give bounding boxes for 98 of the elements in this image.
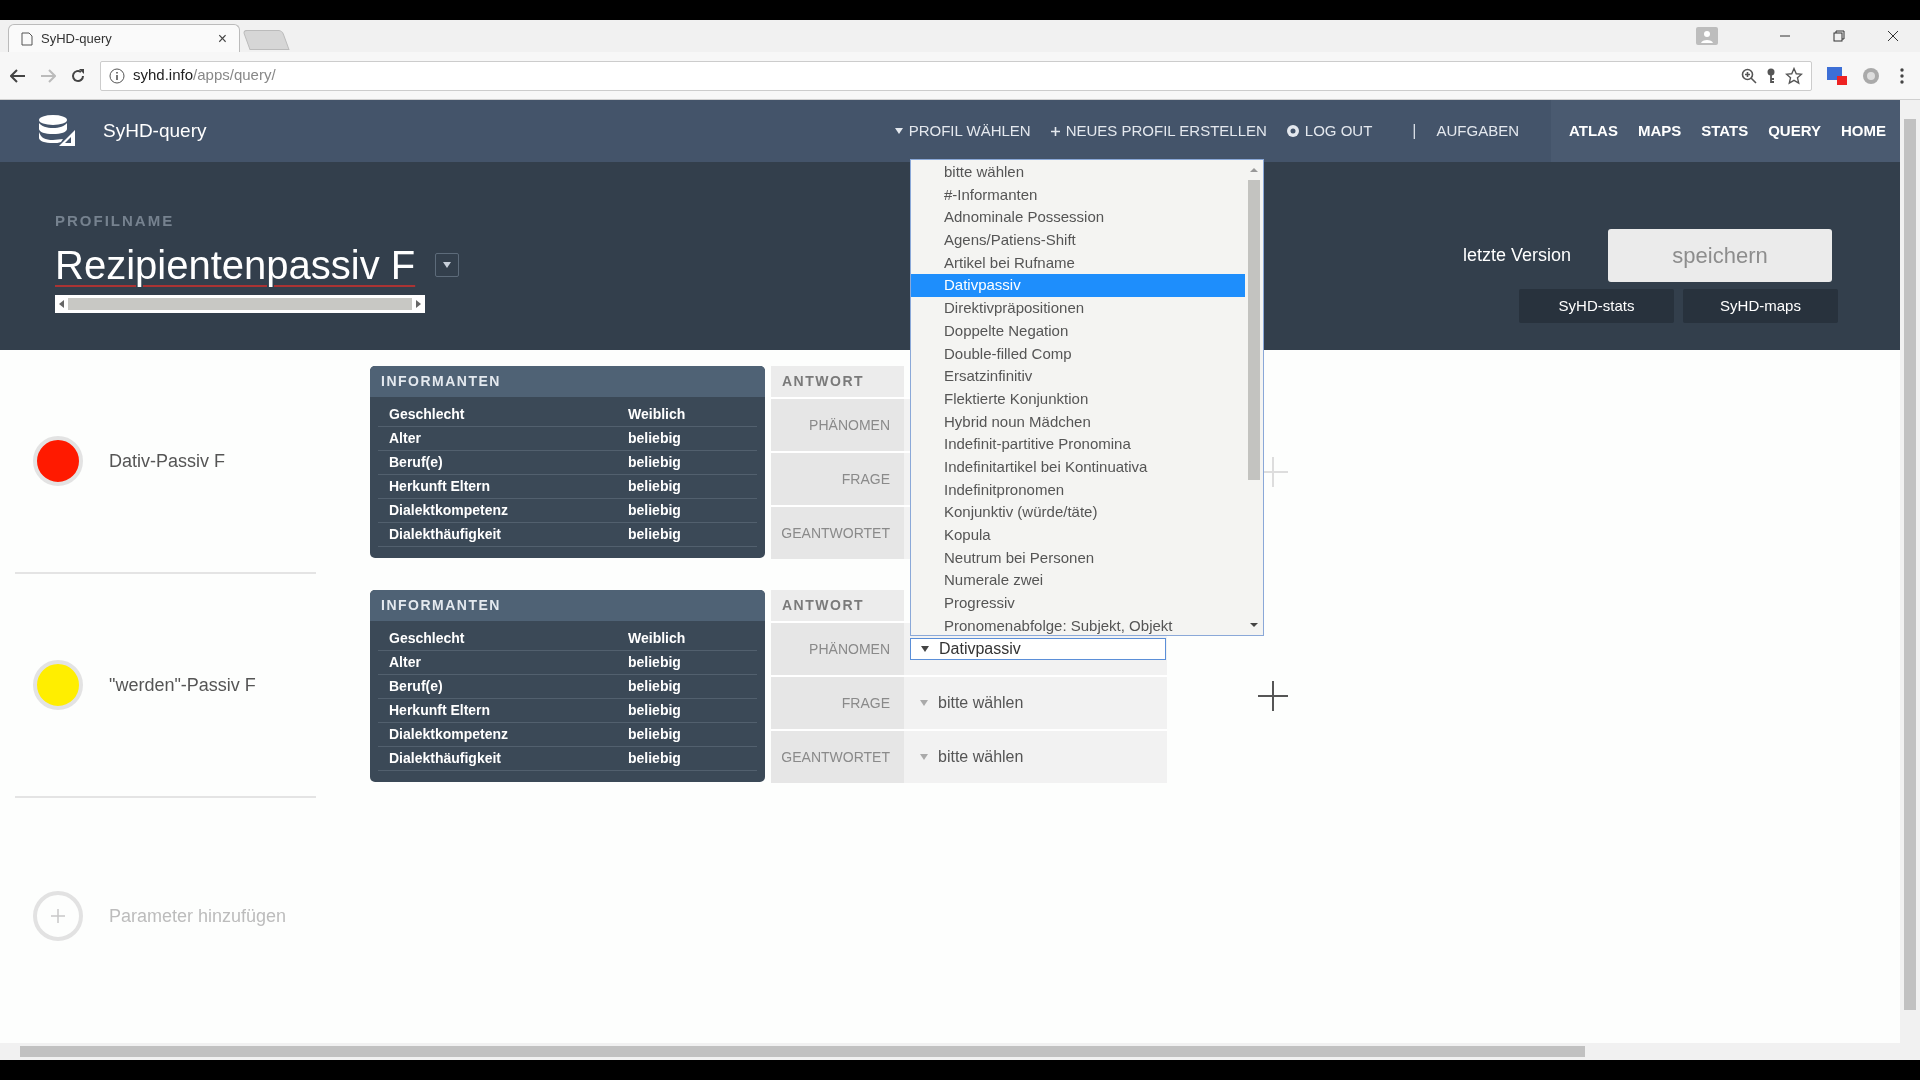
extension-icon[interactable]: [1826, 65, 1848, 86]
caret-icon: [920, 754, 928, 760]
table-cell-text: Alter: [389, 653, 422, 672]
field-label: PHÄNOMEN: [771, 399, 904, 451]
table-cell-text: Beruf(e): [389, 453, 444, 472]
horizontal-scrollbar[interactable]: [0, 1043, 1920, 1060]
dropdown-option[interactable]: Pronomenabfolge: Subjekt, Objekt: [911, 614, 1245, 635]
table-cell-text: Alter: [389, 429, 422, 448]
nav-link[interactable]: QUERY: [1768, 119, 1821, 143]
nav-link[interactable]: MAPS: [1637, 119, 1682, 143]
plus-icon: [1050, 126, 1060, 136]
dropdown-option[interactable]: Kopula: [911, 524, 1245, 547]
add-icon[interactable]: [1258, 681, 1288, 711]
close-tab-button[interactable]: ×: [217, 26, 227, 51]
key-icon[interactable]: [1765, 67, 1777, 84]
table-cell-text: Geschlecht: [389, 629, 466, 648]
nav-link[interactable]: AUFGABEN: [1436, 119, 1519, 143]
database-logo-icon: [37, 114, 77, 148]
dropdown-button[interactable]: [435, 252, 459, 277]
table-cell-text: beliebig: [628, 701, 681, 720]
table-cell-text: beliebig: [628, 477, 681, 496]
version-label: letzte Version: [1462, 244, 1571, 267]
table-cell-text: Weiblich: [628, 629, 686, 648]
table-cell-text: beliebig: [628, 453, 681, 472]
zoom-icon[interactable]: [1741, 67, 1757, 84]
back-arrow-icon[interactable]: [10, 68, 26, 83]
vertical-scrollbar[interactable]: [1900, 100, 1920, 1043]
dropdown-option[interactable]: Hybrid noun Mädchen: [911, 410, 1245, 434]
dropdown-option[interactable]: Progressiv: [911, 592, 1245, 615]
caret-icon: [894, 128, 903, 134]
nav-link[interactable]: STATS: [1701, 119, 1749, 143]
dropdown-option[interactable]: Direktivpräpositionen: [911, 297, 1245, 320]
dropdown-option[interactable]: Flektierte Konjunktion: [911, 387, 1245, 411]
dropdown-option[interactable]: Agens/Patiens-Shift: [911, 229, 1245, 252]
dropdown-option[interactable]: #-Informanten: [911, 183, 1245, 207]
dropdown-option[interactable]: Indefinit-partitive Pronomina: [911, 433, 1245, 456]
table-cell-text: beliebig: [628, 749, 681, 768]
dropdown-option[interactable]: Doppelte Negation: [911, 319, 1245, 343]
field-label: PHÄNOMEN: [771, 623, 904, 675]
power-icon: [1286, 125, 1299, 137]
horizontal-scrollbar[interactable]: [55, 294, 425, 313]
nav-link[interactable]: ATLAS: [1569, 119, 1618, 143]
table-cell-text: Dialektkompetenz: [389, 725, 510, 744]
table-cell-text: Dialekthäufigkeit: [389, 749, 503, 768]
nav-link[interactable]: LOG OUT: [1286, 119, 1373, 143]
field-label: FRAGE: [771, 677, 904, 729]
nav-link[interactable]: PROFIL WÄHLEN: [894, 119, 1031, 143]
dropdown-option[interactable]: Adnominale Possession: [911, 206, 1245, 230]
dropdown-option[interactable]: Double-filled Comp: [911, 342, 1245, 366]
dropdown-option[interactable]: Konjunktiv (würde/täte): [911, 501, 1245, 524]
reload-icon[interactable]: [70, 67, 86, 84]
dropdown-option[interactable]: Indefinitpronomen: [911, 478, 1245, 502]
url-text: syhd.info/apps/query/: [133, 65, 276, 86]
table-cell-text: beliebig: [628, 429, 681, 448]
link-button[interactable]: SyHD-stats: [1519, 289, 1674, 323]
dropdown-option[interactable]: Ersatzinfinitiv: [911, 365, 1245, 388]
table-cell-text: beliebig: [628, 525, 681, 544]
address-bar[interactable]: syhd.info/apps/query/: [100, 60, 1812, 91]
caret-icon: [443, 261, 451, 268]
nav-link[interactable]: NEUES PROFIL ERSTELLEN: [1050, 119, 1267, 143]
parameter-name: "werden"-Passiv F: [109, 673, 256, 697]
panel-header: ANTWORT: [771, 366, 904, 397]
field-label: GEANTWORTET: [771, 731, 904, 783]
table-cell-text: Weiblich: [628, 405, 686, 424]
document-icon: [21, 31, 33, 46]
table-cell-text: Beruf(e): [389, 677, 444, 696]
dropdown-option[interactable]: bitte wählen: [911, 161, 1245, 184]
table-cell-text: beliebig: [628, 677, 681, 696]
field-label: PROFILNAME: [55, 211, 176, 231]
panel-header: INFORMANTEN: [370, 366, 765, 397]
field-label: GEANTWORTET: [771, 507, 904, 559]
dropdown-option[interactable]: Indefinitartikel bei Kontinuativa: [911, 455, 1245, 479]
table-cell-text: Herkunft Eltern: [389, 477, 492, 496]
browser-tab[interactable]: SyHD-query ×: [8, 24, 240, 52]
caret-icon: [920, 700, 928, 706]
table-cell-text: beliebig: [628, 725, 681, 744]
dropdown-option[interactable]: Numerale zwei: [911, 569, 1245, 593]
dropdown-option[interactable]: Artikel bei Rufname: [911, 251, 1245, 275]
profile-name-field[interactable]: Rezipientenpassiv F: [55, 238, 425, 291]
table-cell-text: beliebig: [628, 501, 681, 520]
link-button[interactable]: SyHD-maps: [1683, 289, 1838, 323]
info-icon[interactable]: [109, 67, 125, 84]
star-icon[interactable]: [1785, 66, 1803, 85]
table-cell-text: Herkunft Eltern: [389, 701, 492, 720]
field-label: FRAGE: [771, 453, 904, 505]
table-cell-text: Geschlecht: [389, 405, 466, 424]
dropdown-option[interactable]: Neutrum bei Personen: [911, 546, 1245, 570]
panel-header: ANTWORT: [771, 590, 904, 621]
caret-icon: [921, 646, 929, 652]
table-cell-text: beliebig: [628, 653, 681, 672]
nav-link[interactable]: HOME: [1841, 119, 1886, 143]
select-field[interactable]: Dativpassiv: [910, 638, 1166, 660]
nav-separator: |: [1412, 121, 1417, 141]
table-cell-text: Dialektkompetenz: [389, 501, 510, 520]
app-title: SyHD-query: [103, 118, 207, 143]
table-cell-text: Dialekthäufigkeit: [389, 525, 503, 544]
parameter-name: Dativ-Passiv F: [109, 449, 225, 473]
panel-header: INFORMANTEN: [370, 590, 765, 621]
